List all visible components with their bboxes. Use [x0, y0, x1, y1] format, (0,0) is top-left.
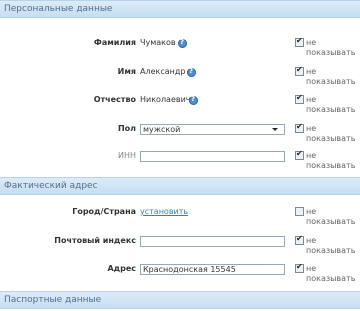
hide-street-checkbox[interactable]: [295, 262, 304, 273]
hide-city-label: не показывать: [306, 207, 356, 226]
hide-gender-checkbox[interactable]: [295, 122, 304, 133]
section-title-passport: Паспортные данные: [4, 295, 102, 305]
inn-label: ИНН: [117, 151, 136, 160]
hide-surname-checkbox[interactable]: [295, 36, 304, 47]
hide-inn-label: не показывать: [306, 151, 356, 170]
help-icon[interactable]: [189, 95, 198, 105]
section-header-address: Фактический адрес: [0, 177, 360, 195]
hide-patronymic-label: не показывать: [306, 95, 356, 114]
help-icon[interactable]: [178, 38, 187, 48]
name-label: Имя: [117, 67, 136, 76]
section-title-personal: Персональные данные: [4, 4, 113, 14]
surname-label: Фамилия: [93, 38, 136, 47]
hide-surname-label: не показывать: [306, 38, 356, 57]
hide-patronymic-checkbox[interactable]: [295, 93, 304, 104]
hide-name-checkbox[interactable]: [295, 65, 304, 76]
name-value: Александр: [140, 67, 186, 76]
street-label: Адрес: [107, 264, 136, 273]
street-input[interactable]: Краснодонская 15545: [140, 264, 285, 275]
hide-city-checkbox[interactable]: [295, 207, 304, 216]
postcode-input[interactable]: [140, 236, 285, 247]
section-header-passport: Паспортные данные: [0, 291, 360, 309]
section-header-personal: Персональные данные: [0, 0, 360, 18]
gender-select[interactable]: мужской: [140, 124, 285, 135]
hide-postcode-checkbox[interactable]: [295, 234, 304, 245]
gender-label: Пол: [117, 124, 136, 133]
hide-gender-label: не показывать: [306, 124, 356, 143]
postcode-label: Почтовый индекс: [54, 236, 136, 245]
hide-street-label: не показывать: [306, 264, 356, 283]
gender-selected-value: мужской: [143, 125, 181, 134]
hide-inn-checkbox[interactable]: [295, 149, 304, 160]
hide-name-label: не показывать: [306, 67, 356, 86]
patronymic-label: Отчество: [93, 95, 136, 104]
inn-input[interactable]: [140, 151, 285, 162]
patronymic-value: Николаевич: [140, 95, 191, 104]
help-icon[interactable]: [187, 67, 196, 77]
set-city-link[interactable]: установить: [140, 207, 188, 216]
surname-value: Чумаков: [140, 38, 176, 47]
hide-postcode-label: не показывать: [306, 236, 356, 255]
section-title-address: Фактический адрес: [4, 181, 98, 191]
city-label: Город/Страна: [72, 207, 136, 216]
dropdown-arrow-icon: [272, 128, 278, 131]
